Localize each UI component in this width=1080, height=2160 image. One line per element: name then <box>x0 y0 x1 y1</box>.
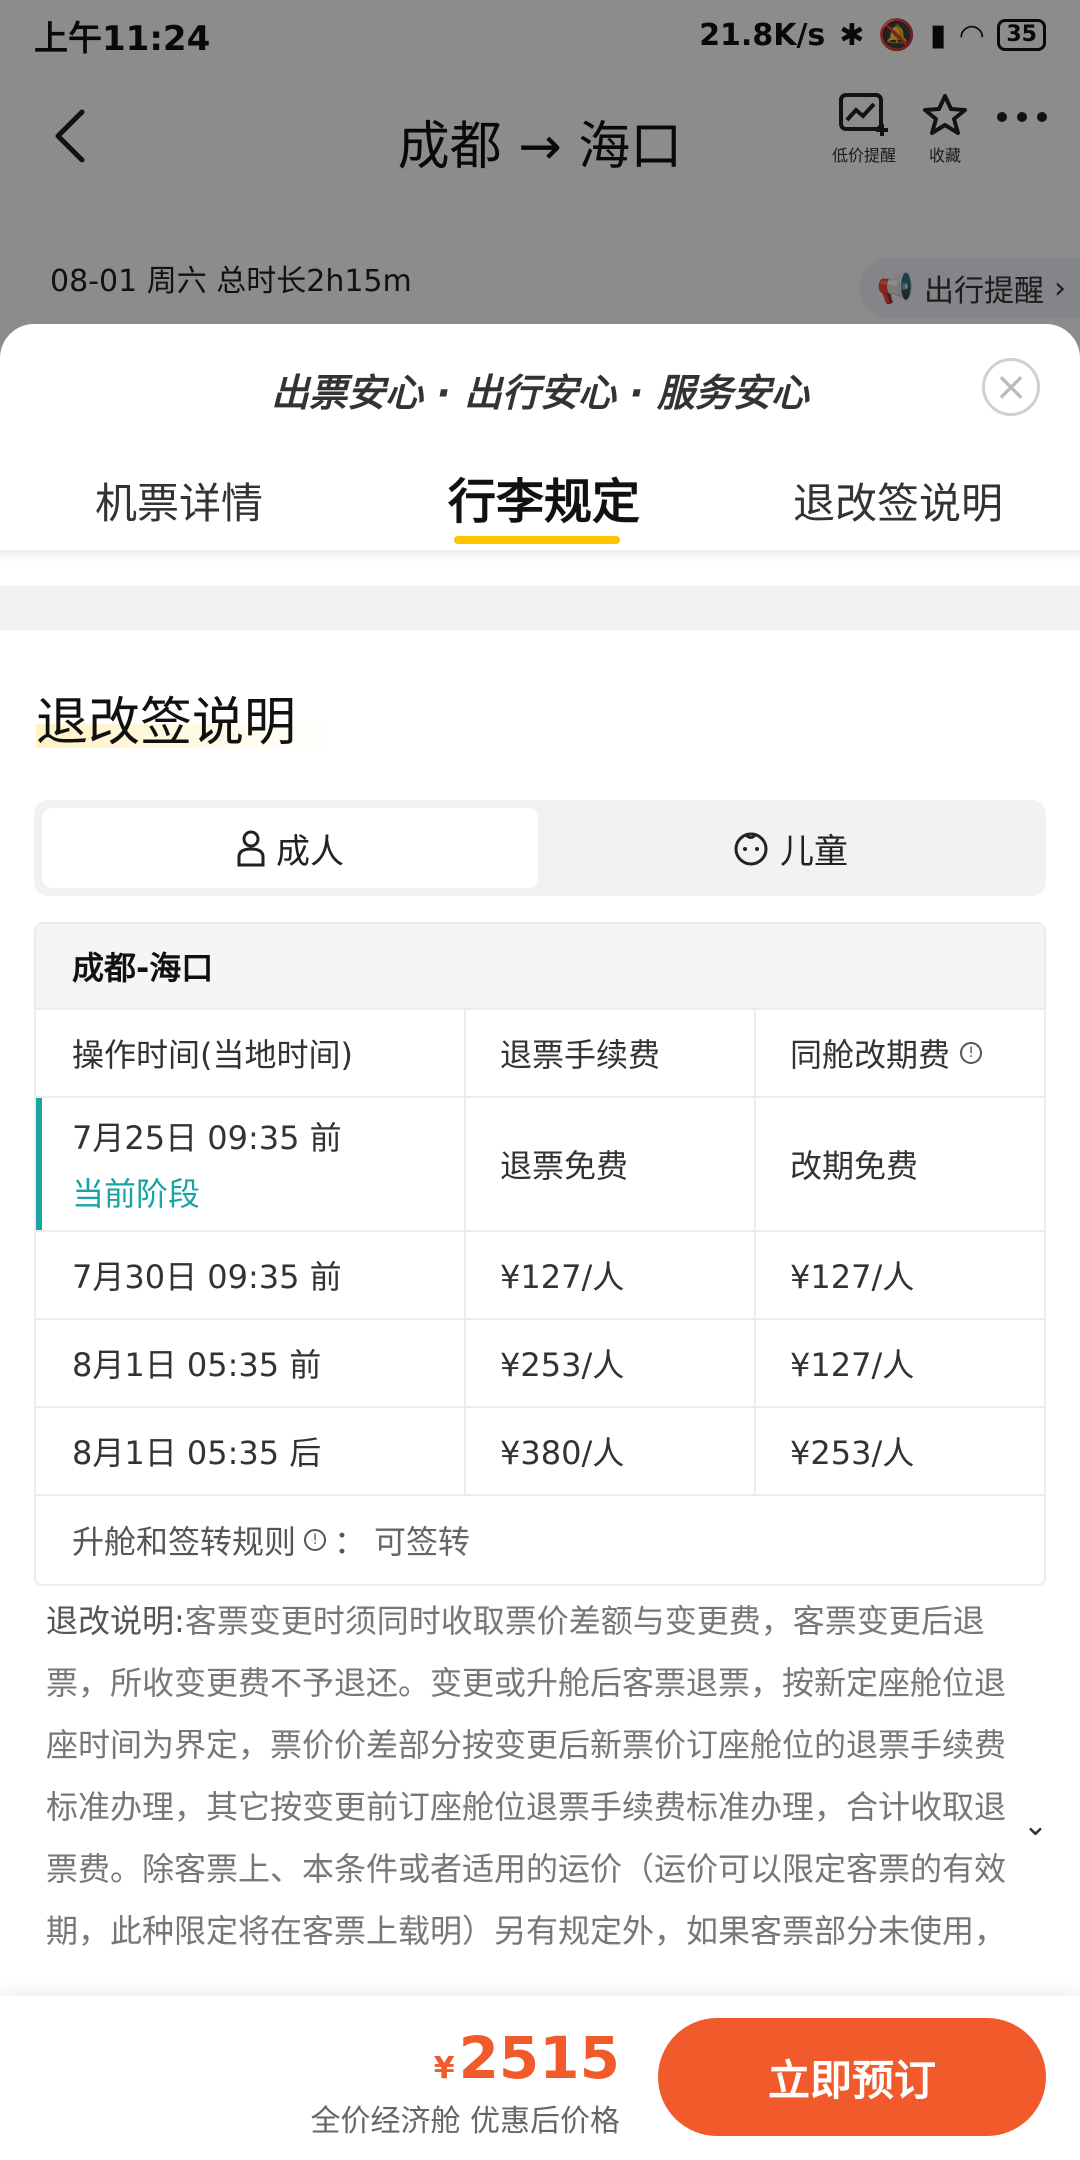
table-row: 8月1日 05:35 后 ¥380/人 ¥253/人 <box>36 1408 1044 1496</box>
header-refund: 退票手续费 <box>466 1010 756 1096</box>
row-time: 7月30日 09:35 前 <box>36 1232 466 1318</box>
description-label: 退改说明: <box>46 1602 185 1640</box>
description-text: 客票变更时须同时收取票价差额与变更费，客票变更后退票，所收变更费不予退还。变更或… <box>46 1602 1007 1950</box>
info-icon[interactable]: ! <box>304 1529 327 1551</box>
tab-ticket-details[interactable]: 机票详情 <box>95 470 263 531</box>
table-route: 成都-海口 <box>36 924 1044 1010</box>
refund-description: 退改说明:客票变更时须同时收取票价差额与变更费，客票变更后退票，所收变更费不予退… <box>46 1590 1016 1970</box>
refund-table: 成都-海口 操作时间(当地时间) 退票手续费 同舱改期费 ! 7月25日 09:… <box>34 922 1046 1586</box>
screen: 上午11:24 21.8K/s ✱ 🔕 ▮ ◠ 35 成都 → 海口 低价提醒 … <box>0 0 1080 2160</box>
upgrade-rules-label: 升舱和签转规则 <box>72 1523 297 1561</box>
close-icon: × <box>994 364 1028 410</box>
section-separator <box>0 586 1080 630</box>
expand-chevron-icon[interactable]: ⌄ <box>1023 1808 1048 1843</box>
tab-divider <box>0 550 1080 562</box>
row-refund: ¥253/人 <box>466 1320 756 1406</box>
row-change: ¥127/人 <box>790 1258 915 1296</box>
row-time: 8月1日 05:35 前 <box>36 1320 466 1406</box>
tab-baggage-rules[interactable]: 行李规定 <box>448 462 640 532</box>
adult-icon <box>237 830 265 867</box>
price-note: 全价经济舱 优惠后价格 <box>310 2104 620 2139</box>
table-row: 7月25日 09:35 前 当前阶段 退票免费 改期免费 <box>36 1098 1044 1232</box>
table-row: 7月30日 09:35 前 ¥127/人 ¥127/人 <box>36 1232 1044 1320</box>
child-icon <box>734 832 768 866</box>
row-refund: 退票免费 <box>466 1098 756 1230</box>
row-change: ¥127/人 <box>790 1346 915 1384</box>
header-time: 操作时间(当地时间) <box>36 1010 466 1096</box>
row-refund: ¥127/人 <box>466 1232 756 1318</box>
book-now-button[interactable]: 立即预订 <box>658 2018 1046 2136</box>
bottom-bar: ¥2515 全价经济舱 优惠后价格 立即预订 <box>0 1996 1080 2160</box>
section-title: 退改签说明 <box>36 693 297 753</box>
total-price: ¥2515 <box>434 2024 620 2092</box>
rules-sheet: 出票安心 · 出行安心 · 服务安心 × 机票详情 行李规定 退改签说明 退改签… <box>0 324 1080 2160</box>
row-time: 8月1日 05:35 后 <box>36 1408 466 1494</box>
current-stage-marker <box>36 1098 42 1230</box>
tab-refund-change[interactable]: 退改签说明 <box>793 470 1003 531</box>
row-refund: ¥380/人 <box>466 1408 756 1494</box>
slogan: 出票安心 · 出行安心 · 服务安心 <box>271 371 809 415</box>
info-icon[interactable]: ! <box>960 1042 983 1064</box>
header-change: 同舱改期费 ! <box>756 1010 1044 1096</box>
table-header-row: 操作时间(当地时间) 退票手续费 同舱改期费 ! <box>36 1010 1044 1098</box>
row-change: ¥253/人 <box>790 1434 915 1472</box>
passenger-type-switch: 成人 儿童 <box>34 800 1046 896</box>
active-tab-indicator <box>454 536 620 544</box>
current-stage-label: 当前阶段 <box>72 1175 201 1213</box>
row-time: 7月25日 09:35 前 <box>72 1119 342 1157</box>
passenger-adult-tab[interactable]: 成人 <box>42 808 538 888</box>
passenger-child-tab[interactable]: 儿童 <box>542 808 1038 888</box>
table-row: 8月1日 05:35 前 ¥253/人 ¥127/人 <box>36 1320 1044 1408</box>
close-button[interactable]: × <box>982 358 1040 416</box>
row-change: 改期免费 <box>790 1147 919 1185</box>
price-currency: ¥ <box>433 2051 455 2086</box>
upgrade-rules: 升舱和签转规则 ! ： 可签转 <box>36 1496 1044 1584</box>
upgrade-rules-value: 可签转 <box>374 1523 471 1561</box>
price-value: 2515 <box>458 2024 620 2092</box>
